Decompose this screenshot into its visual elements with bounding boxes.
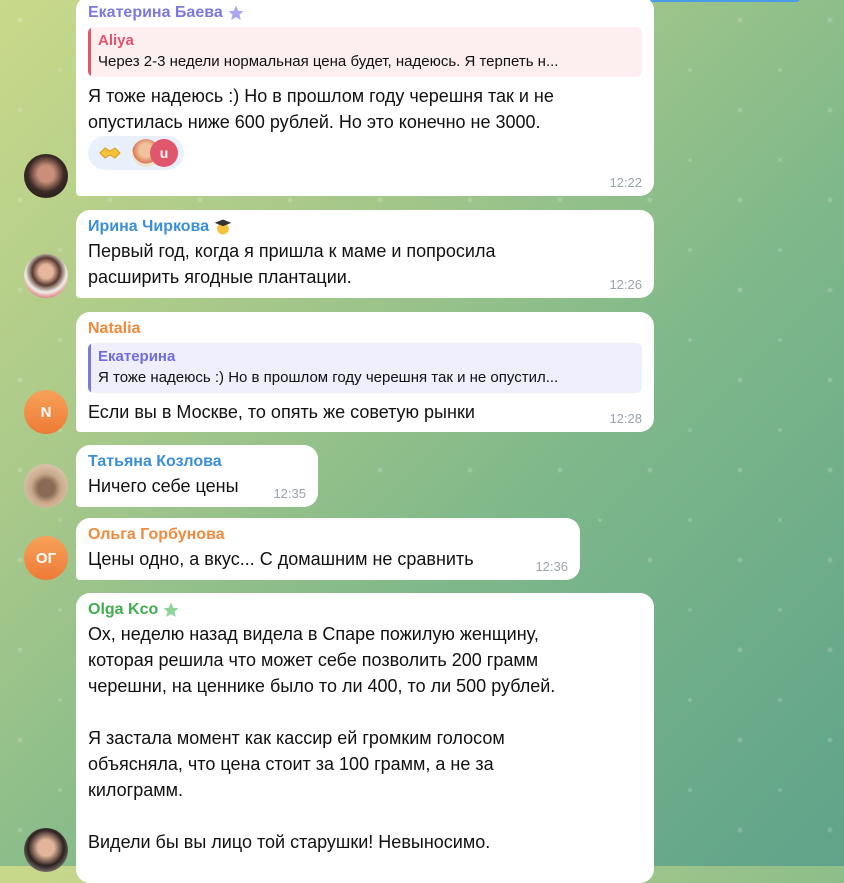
reactor-avatar-letter[interactable]: u — [150, 139, 178, 167]
reply-text: Через 2-3 недели нормальная цена будет, … — [98, 53, 559, 70]
star-icon — [163, 602, 179, 617]
handshake-emoji-reaction[interactable] — [98, 142, 122, 164]
message-text: Первый год, когда я пришла к маме и попр… — [88, 241, 496, 287]
sender-name[interactable]: Екатерина Баева — [88, 2, 642, 24]
message-time: 12:36 — [535, 559, 568, 574]
message-time: 12:35 — [273, 486, 306, 501]
reply-author: Екатерина — [98, 348, 176, 365]
sender-name[interactable]: Ирина Чиркова — [88, 216, 642, 238]
star-icon — [228, 5, 244, 20]
user-avatar[interactable]: ОГ — [24, 536, 68, 580]
graduation-emoji-icon — [214, 219, 232, 235]
sender-name[interactable]: Olga Kco — [88, 599, 642, 621]
reply-quote[interactable]: Екатерина Я тоже надеюсь :) Но в прошлом… — [88, 343, 642, 393]
message-bubble[interactable]: Екатерина Баева Aliya Через 2-3 недели н… — [76, 0, 654, 196]
message-text: Цены одно, а вкус... С домашним не сравн… — [88, 549, 474, 569]
message-bubble[interactable]: Ольга Горбунова Цены одно, а вкус... С д… — [76, 518, 580, 580]
user-avatar[interactable]: N — [24, 390, 68, 434]
message-time: 12:26 — [609, 277, 642, 292]
sender-name[interactable]: Natalia — [88, 318, 642, 340]
reply-author: Aliya — [98, 32, 134, 49]
reply-quote[interactable]: Aliya Через 2-3 недели нормальная цена б… — [88, 27, 642, 77]
sender-name[interactable]: Татьяна Козлова — [88, 451, 306, 473]
message-bubble[interactable]: Olga Kco Ох, неделю назад видела в Спаре… — [76, 593, 654, 883]
message-text: Я тоже надеюсь :) Но в прошлом году чере… — [88, 86, 554, 132]
message-time: 12:22 — [609, 175, 642, 190]
message-bubble[interactable]: Татьяна Козлова Ничего себе цены 12:35 — [76, 445, 318, 507]
user-avatar[interactable] — [24, 154, 68, 198]
user-avatar[interactable] — [24, 828, 68, 872]
reactions-bar[interactable]: u — [88, 136, 184, 170]
message-text: Если вы в Москве, то опять же советую ры… — [88, 402, 475, 422]
message-bubble[interactable]: Natalia Екатерина Я тоже надеюсь :) Но в… — [76, 312, 654, 432]
message-bubble[interactable]: Ирина Чиркова Первый год, когда я пришла… — [76, 210, 654, 298]
message-text: Ох, неделю назад видела в Спаре пожилую … — [88, 624, 556, 852]
user-avatar[interactable] — [24, 254, 68, 298]
user-avatar[interactable] — [24, 464, 68, 508]
message-time: 12:28 — [609, 411, 642, 426]
sender-name[interactable]: Ольга Горбунова — [88, 524, 568, 546]
reply-text: Я тоже надеюсь :) Но в прошлом году чере… — [98, 369, 559, 386]
